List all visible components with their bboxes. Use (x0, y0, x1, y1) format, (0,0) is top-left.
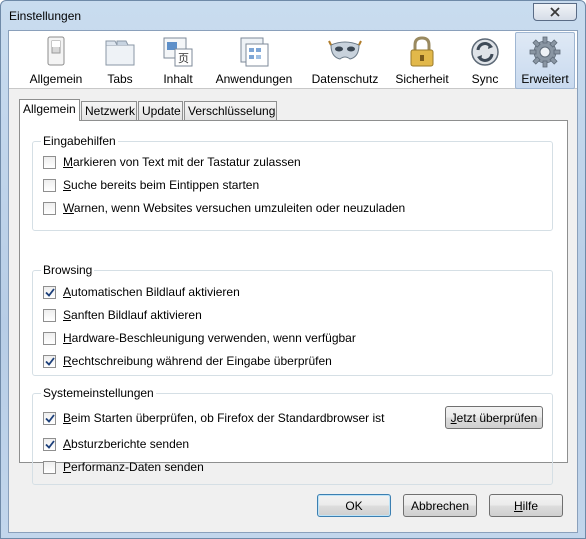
checkbox-row[interactable]: Automatischen Bildlauf aktivieren (43, 283, 240, 301)
cancel-button[interactable]: Abbrechen (403, 494, 477, 517)
pane-tabs-label: Tabs (107, 72, 133, 86)
checkbox[interactable] (43, 411, 56, 425)
pane-toolbar: Allgemein Tabs 页 Inhalt Anwendungen Date… (9, 31, 577, 89)
check-now-label: Jetzt überprüfen (450, 410, 538, 425)
checkbox-label: Rechtschreibung während der Eingabe über… (63, 354, 332, 368)
pane-general[interactable]: Allgemein (23, 33, 89, 88)
content-icon: 页 (163, 37, 193, 67)
subtab-update[interactable]: Update (138, 101, 183, 120)
subtab-general[interactable]: Allgemein (19, 99, 80, 121)
cancel-label: Abbrechen (410, 498, 470, 513)
checkbox-label: Performanz-Daten senden (63, 460, 204, 474)
pane-sync[interactable]: Sync (462, 33, 508, 88)
checkbox-row[interactable]: Absturzberichte senden (43, 435, 189, 453)
checkbox-row[interactable]: Markieren von Text mit der Tastatur zula… (43, 153, 301, 171)
checkbox[interactable] (43, 155, 56, 169)
subtab-update-label: Update (142, 104, 181, 118)
checkbox[interactable] (43, 285, 56, 299)
checkbox[interactable] (43, 201, 56, 215)
ok-button[interactable]: OK (317, 494, 391, 517)
checkbox[interactable] (43, 460, 56, 474)
checkbox-label: Absturzberichte senden (63, 437, 190, 451)
checkbox-label: Warnen, wenn Websites versuchen umzuleit… (63, 201, 406, 215)
subtab-encryption[interactable]: Verschlüsselung (184, 101, 277, 120)
pane-advanced-label: Erweitert (521, 72, 569, 86)
checkbox[interactable] (43, 437, 56, 451)
pane-security-label: Sicherheit (395, 72, 449, 86)
pane-sync-label: Sync (471, 72, 499, 86)
browsing-group: Browsing Automatischen Bildlauf aktivier… (32, 263, 553, 376)
tabs-icon (105, 40, 135, 66)
close-icon (550, 7, 560, 17)
pane-security[interactable]: Sicherheit (391, 33, 453, 88)
gear-icon (529, 36, 561, 68)
dialog-content: Allgemein Tabs 页 Inhalt Anwendungen Date… (8, 30, 578, 533)
privacy-mask-icon (328, 40, 362, 60)
pane-privacy-label: Datenschutz (311, 72, 379, 86)
padlock-icon (410, 36, 434, 67)
checkbox-row[interactable]: Suche bereits beim Eintippen starten (43, 176, 259, 194)
checkbox-label: Beim Starten überprüfen, ob Firefox der … (63, 411, 385, 425)
close-button[interactable] (533, 3, 577, 21)
checkbox-row[interactable]: Beim Starten überprüfen, ob Firefox der … (43, 409, 385, 427)
checkbox-row[interactable]: Hardware-Beschleunigung verwenden, wenn … (43, 329, 356, 347)
checkbox-label: Sanften Bildlauf aktivieren (63, 308, 202, 322)
pane-privacy[interactable]: Datenschutz (307, 33, 383, 88)
window-title: Einstellungen (9, 9, 82, 23)
preferences-window: Einstellungen Allgemein Tabs 页 Inhalt An… (0, 0, 586, 539)
browsing-group-title: Browsing (41, 263, 95, 277)
subtab-general-label: Allgemein (23, 102, 76, 116)
checkmark-icon (44, 287, 55, 297)
ok-label: OK (345, 498, 363, 513)
checkbox-label: Hardware-Beschleunigung verwenden, wenn … (63, 331, 356, 345)
checkbox-row[interactable]: Sanften Bildlauf aktivieren (43, 306, 202, 324)
subtab-encryption-label: Verschlüsselung (188, 104, 276, 118)
checkmark-icon (44, 413, 55, 423)
accessibility-group-title: Eingabehilfen (41, 134, 118, 148)
svg-text:页: 页 (178, 52, 189, 65)
subtab-network-label: Netzwerk (85, 104, 136, 118)
help-button[interactable]: Hilfe (489, 494, 563, 517)
switch-icon (47, 36, 65, 66)
checkbox[interactable] (43, 178, 56, 192)
general-panel: Eingabehilfen Markieren von Text mit der… (19, 120, 568, 485)
pane-applications[interactable]: Anwendungen (210, 33, 298, 88)
subtab-network[interactable]: Netzwerk (81, 101, 137, 120)
checkmark-icon (44, 356, 55, 366)
pane-content-label: Inhalt (163, 72, 193, 86)
title-bar[interactable]: Einstellungen (1, 1, 585, 31)
checkbox-row[interactable]: Rechtschreibung während der Eingabe über… (43, 352, 332, 370)
accessibility-group: Eingabehilfen Markieren von Text mit der… (32, 134, 553, 231)
applications-icon (240, 37, 269, 67)
sync-icon (471, 38, 499, 66)
pane-tabs[interactable]: Tabs (97, 33, 143, 88)
checkbox-row[interactable]: Warnen, wenn Websites versuchen umzuleit… (43, 199, 405, 217)
checkbox[interactable] (43, 331, 56, 345)
checkmark-icon (44, 439, 55, 449)
checkbox-row[interactable]: Performanz-Daten senden (43, 458, 204, 476)
checkbox-label: Automatischen Bildlauf aktivieren (63, 285, 240, 299)
pane-general-label: Allgemein (29, 72, 83, 86)
pane-advanced[interactable]: Erweitert (515, 32, 575, 89)
system-group: Systemeinstellungen Beim Starten überprü… (32, 386, 553, 485)
checkbox[interactable] (43, 354, 56, 368)
checkbox[interactable] (43, 308, 56, 322)
checkbox-label: Markieren von Text mit der Tastatur zula… (63, 155, 301, 169)
help-label: Hilfe (513, 498, 538, 513)
pane-content[interactable]: 页 Inhalt (155, 33, 201, 88)
pane-applications-label: Anwendungen (215, 72, 293, 86)
check-now-button[interactable]: Jetzt überprüfen (445, 406, 543, 429)
system-group-title: Systemeinstellungen (41, 386, 156, 400)
checkbox-label: Suche bereits beim Eintippen starten (63, 178, 260, 192)
